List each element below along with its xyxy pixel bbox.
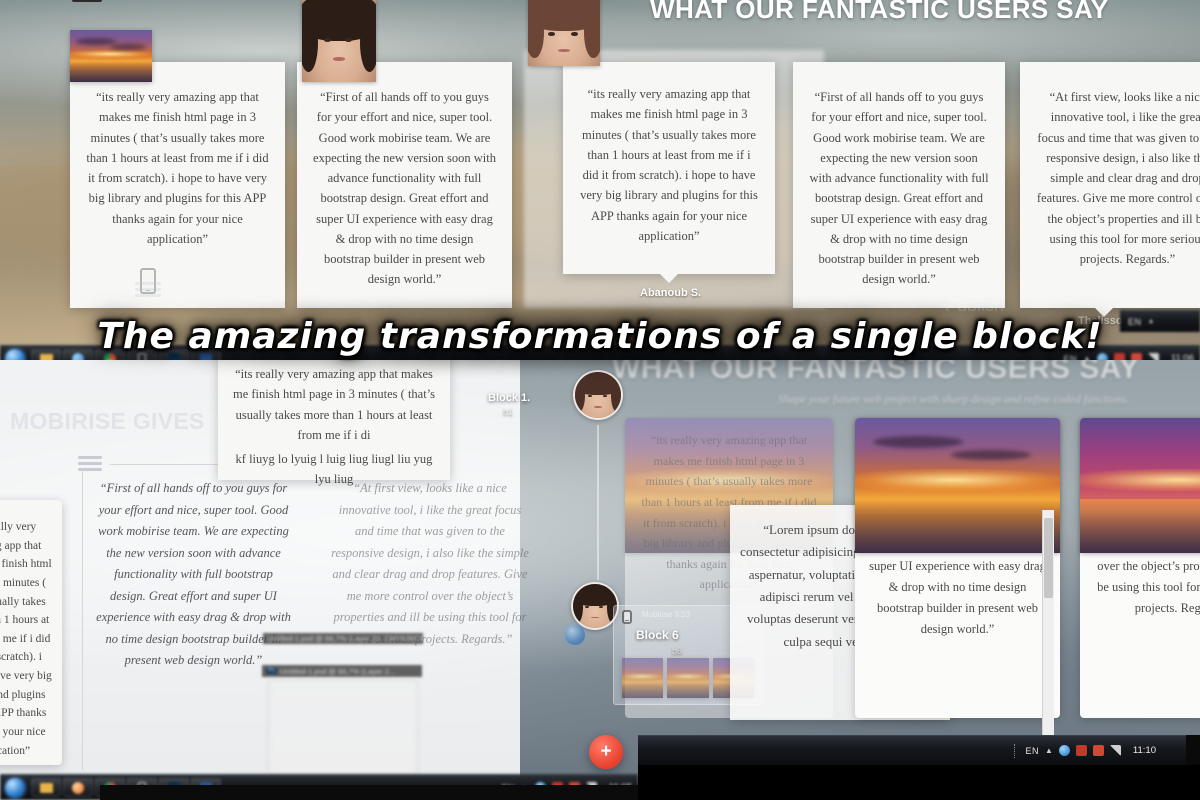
avatar-mouth: [333, 57, 345, 61]
avatar: [571, 582, 619, 630]
taskbar-bottom-right[interactable]: EN ▲ 11:10: [638, 735, 1186, 765]
start-button[interactable]: [0, 775, 30, 800]
scrollbar-vertical[interactable]: ▼: [1042, 510, 1054, 755]
cloud-streak: [951, 450, 1031, 460]
composite-screenshot: WHAT OUR FANTASTIC USERS SAY “its really…: [0, 0, 1200, 800]
avatar-hair-left: [528, 7, 544, 58]
caption-text: The amazing transformations of a single …: [97, 316, 1103, 357]
window-titlebar-stub: [72, 0, 102, 2]
network-signal-icon[interactable]: [1109, 745, 1121, 756]
testimonial-card: “First of all hands off to you guys for …: [96, 478, 291, 768]
avatar-hair-left: [573, 591, 583, 623]
photoshop-canvas-ghost: [268, 680, 418, 775]
cloud-streak: [76, 38, 116, 45]
system-tray[interactable]: EN ▲ 11:10: [1014, 743, 1186, 758]
block-sublabel: b1: [503, 407, 514, 417]
taskbar-item-explorer[interactable]: [31, 777, 61, 798]
edited-block-card: “its really very amazing app that makes …: [218, 360, 450, 486]
desktop-edge-dark: [100, 785, 638, 800]
photoshop-title-text: Untitled-1.psd @ 66,7% (Layer 23, CMYK/8…: [267, 634, 423, 643]
card-pointer: [659, 273, 679, 283]
windows-orb-icon: [5, 777, 25, 798]
hamburger-icon[interactable]: [135, 282, 161, 300]
chevron-up-icon[interactable]: ▲: [1045, 746, 1053, 755]
testimonial-text: “its really very amazing app that makes …: [0, 521, 52, 757]
photoshop-icon: Ps: [266, 668, 278, 674]
avatar-eye-right: [571, 32, 578, 36]
language-indicator[interactable]: EN: [1025, 746, 1039, 756]
phone-icon: [622, 610, 632, 624]
bottom-screenshot-panel: WHAT OUR FANTASTIC USERS SAY Shape your …: [0, 360, 1200, 800]
testimonial-text: “its really very amazing app that makes …: [86, 90, 269, 246]
testimonial-card: “its really very amazing app that makes …: [0, 500, 62, 765]
image-card: “First of all hands off to you guys for …: [855, 418, 1060, 718]
avatar-hair-right: [359, 13, 376, 73]
photoshop-titlebar[interactable]: Untitled-1.psd @ 66,7% (Layer 23, CMYK/8…: [263, 633, 423, 644]
testimonial-text: “First of all hands off to you guys for …: [809, 90, 989, 287]
antivirus-icon[interactable]: [1075, 745, 1087, 756]
testimonial-card: “its really very amazing app that makes …: [563, 62, 775, 283]
security-icon[interactable]: [1092, 745, 1104, 756]
image-card: “At first view, looks like a nice innova…: [1080, 418, 1200, 718]
clock[interactable]: 11:10: [1127, 745, 1156, 756]
avatar: [573, 370, 623, 420]
taskbar-item-browser[interactable]: [63, 777, 93, 798]
testimonial-text: “First of all hands off to you guys for …: [313, 90, 496, 287]
cloud-streak: [873, 436, 963, 448]
testimonial-text: “At first view, looks like a nice innova…: [331, 481, 529, 646]
start-button-ghost[interactable]: [565, 625, 587, 647]
avatar-eye-left: [548, 32, 555, 36]
preview-thumb: [667, 658, 709, 698]
avatar: [302, 0, 376, 82]
card-image: [1080, 418, 1200, 553]
card-image: [855, 418, 1060, 553]
testimonial-thumbnail: [70, 30, 152, 82]
testimonial-text: “First of all hands off to you guys for …: [96, 481, 291, 667]
connector-line: [597, 425, 599, 580]
scrollbar-thumb[interactable]: [1044, 518, 1053, 598]
avatar-mouth: [558, 49, 570, 52]
testimonial-author: Abanoub S.: [640, 287, 702, 299]
desktop-edge-dark: [638, 765, 1200, 800]
add-block-button[interactable]: +: [589, 735, 623, 769]
edited-block-extra-text: kf liuyg lo lyuig l luig liug liugl liu …: [235, 452, 433, 487]
app-version-label: Mobirise 3.03: [642, 610, 691, 619]
block-label: Block 1.: [488, 392, 531, 404]
cloud-streak: [110, 44, 146, 50]
section-subtitle: Shape your future web project with sharp…: [778, 394, 1129, 406]
preview-thumb: [622, 658, 664, 698]
bluetooth-icon[interactable]: [1058, 745, 1070, 756]
avatar-eye-right: [344, 37, 352, 42]
avatar-hair-right: [584, 7, 600, 58]
show-desktop-icon[interactable]: [1014, 743, 1019, 758]
plus-icon: +: [600, 741, 612, 762]
avatar-eye-left: [324, 37, 331, 42]
block-label: Block 6: [636, 628, 679, 642]
block-sublabel: b6: [672, 646, 683, 656]
testimonial-card: “At first view, looks like a nice innova…: [1020, 62, 1200, 317]
edited-block-text: “its really very amazing app that makes …: [232, 367, 436, 442]
testimonial-card: “First of all hands off to you guys for …: [297, 62, 512, 308]
photoshop-title-text: Untitled-1.psd @ 66,7% (Layer 2...: [280, 666, 396, 676]
testimonial-card: “First of all hands off to you guys for …: [793, 62, 1005, 308]
testimonial-text: “its really very amazing app that makes …: [580, 87, 758, 243]
photoshop-titlebar[interactable]: Ps Untitled-1.psd @ 66,7% (Layer 2...: [262, 665, 422, 677]
section-heading-users-say-top: WHAT OUR FANTASTIC USERS SAY: [650, 0, 1109, 24]
testimonial-text: “At first view, looks like a nice innova…: [1036, 90, 1200, 266]
avatar: [528, 0, 600, 66]
windows-orb-icon: [565, 625, 585, 645]
divider-vertical: [82, 470, 83, 770]
avatar-mouth: [594, 406, 602, 408]
testimonial-card: “its really very amazing app that makes …: [70, 62, 285, 308]
